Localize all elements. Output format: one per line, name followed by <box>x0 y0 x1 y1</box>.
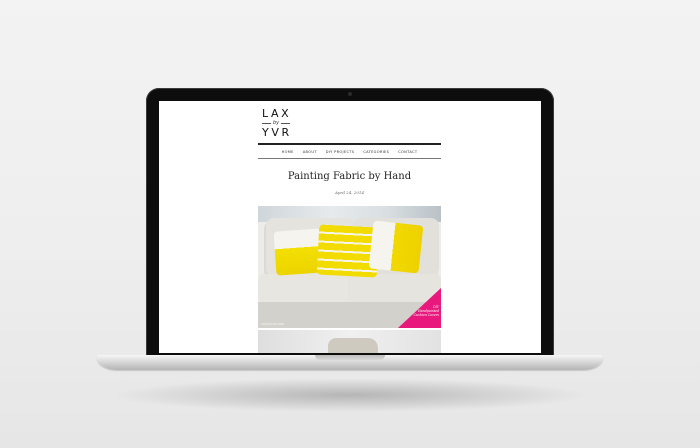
laptop-shadow <box>110 378 590 412</box>
laptop-screen-bezel: LAX by YVR HOME ABOUT DIY PROJECTS CATEG… <box>146 88 554 358</box>
laptop-base <box>97 355 603 370</box>
nav-item-home[interactable]: HOME <box>282 150 294 154</box>
image-watermark: LAXTOYVR.COM <box>261 323 284 326</box>
logo-divider <box>262 123 271 124</box>
post-image[interactable]: DIY Handpainted Cushion Covers LAXTOYVR.… <box>258 206 441 328</box>
nav-item-diy-projects[interactable]: DIY PROJECTS <box>326 150 355 154</box>
laptop-base-notch <box>315 355 385 360</box>
nav-item-contact[interactable]: CONTACT <box>398 150 417 154</box>
second-image-object <box>328 338 378 353</box>
post-title[interactable]: Painting Fabric by Hand <box>258 171 441 182</box>
site-logo[interactable]: LAX by YVR <box>262 108 306 139</box>
second-post-image[interactable] <box>258 330 441 353</box>
badge-text: DIY Handpainted Cushion Covers <box>405 305 439 317</box>
badge-line: Cushion Covers <box>413 313 439 317</box>
main-nav: HOME ABOUT DIY PROJECTS CATEGORIES CONTA… <box>258 143 441 159</box>
post-date: April 24, 2014 <box>334 190 364 195</box>
nav-item-categories[interactable]: CATEGORIES <box>363 150 389 154</box>
logo-bottom-text: YVR <box>262 126 292 139</box>
sofa-seat-cushion <box>348 274 441 304</box>
nav-item-about[interactable]: ABOUT <box>303 150 317 154</box>
browser-viewport: LAX by YVR HOME ABOUT DIY PROJECTS CATEG… <box>159 101 541 353</box>
camera-icon <box>348 92 352 96</box>
logo-top-text: LAX <box>262 107 292 120</box>
yellow-pillow-right <box>368 220 424 274</box>
logo-divider <box>281 123 291 124</box>
sofa-seat-cushion <box>258 274 350 304</box>
